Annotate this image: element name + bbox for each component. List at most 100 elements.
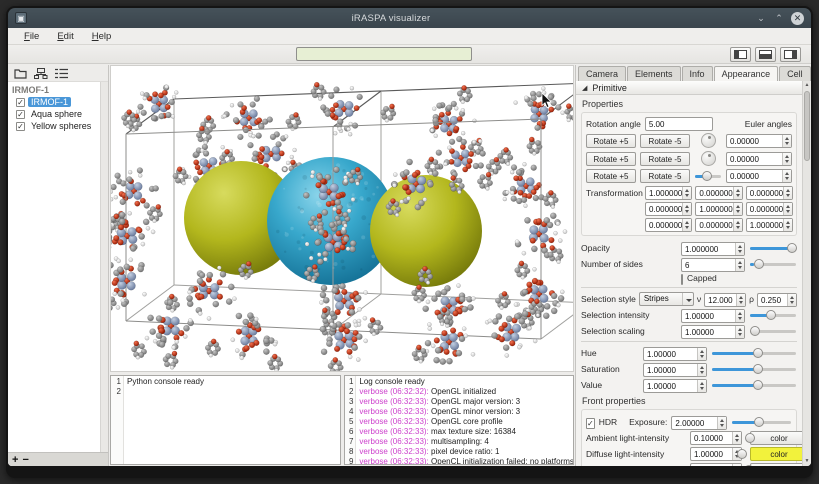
spin-up-icon[interactable] [733,464,741,466]
maximize-icon[interactable]: ⌃ [773,13,785,24]
euler-dial-1[interactable] [700,151,716,166]
spin-arrows[interactable] [782,170,791,182]
rho-spinbox[interactable]: 0.250 [757,292,797,307]
transformation-cell-1-2[interactable]: 0.000000 [745,202,794,216]
transformation-cell-1-0[interactable]: 0.000000 [645,202,693,216]
front-exposure-slider[interactable] [731,415,792,429]
spin-arrows[interactable] [732,431,741,444]
spin-down-icon[interactable] [783,159,791,165]
spin-down-icon[interactable] [718,423,726,429]
toggle-left-panel-button[interactable] [730,47,751,62]
spin-down-icon[interactable] [734,193,742,199]
transformation-cell-2-0[interactable]: 0.000000 [645,218,693,232]
spin-down-icon[interactable] [734,225,742,231]
spin-arrows[interactable] [697,347,706,360]
euler-dial-0[interactable] [700,133,716,148]
spin-arrows[interactable] [735,325,744,338]
spin-down-icon[interactable] [698,354,706,360]
spin-down-icon[interactable] [736,249,744,255]
slider-knob[interactable] [752,347,763,358]
light-row-spinbox-0[interactable]: 0.10000 [690,430,742,445]
slider-knob[interactable] [749,325,760,336]
rotate-plus-button-0[interactable]: Rotate +5 [586,133,636,148]
slider-knob[interactable] [745,432,755,443]
number-of-sides-spinbox[interactable]: 6 [681,257,745,272]
selection-scaling-spinbox[interactable]: 1.00000 [681,324,745,339]
spin-arrows[interactable] [697,379,706,392]
capped-checkbox[interactable] [681,274,683,285]
log-console[interactable]: 1234567891011 Log console readyverbose (… [343,375,574,465]
light-row-spinbox-2[interactable]: 0.20000 [690,462,742,466]
spin-down-icon[interactable] [734,209,742,215]
tab-info[interactable]: Info [681,66,713,81]
transformation-cell-0-2[interactable]: 0.000000 [745,186,794,200]
saturation-slider[interactable] [711,362,797,376]
slider-knob[interactable] [752,379,763,390]
tree-item-checkbox[interactable]: ✓ [16,97,25,107]
toggle-right-panel-button[interactable] [780,47,801,62]
spin-arrows[interactable] [782,134,791,147]
tab-appearance[interactable]: Appearance [713,66,779,82]
transformation-cell-2-2[interactable]: 1.000000 [745,218,794,232]
spin-arrows[interactable] [717,416,727,429]
rotation-angle-field[interactable]: 5.00 [644,117,713,131]
transformation-cell-1-1[interactable]: 1.000000 [695,202,743,216]
transformation-cell-0-1[interactable]: 0.000000 [695,186,743,200]
spin-down-icon[interactable] [736,332,744,338]
inspector-scrollbar[interactable]: ▲ ▼ [802,81,811,466]
number-of-sides-slider[interactable] [749,257,797,271]
list-icon[interactable] [55,68,68,79]
hue-slider[interactable] [711,346,797,360]
slider-knob[interactable] [752,363,763,374]
scroll-down-icon[interactable]: ▼ [803,457,811,466]
folder-icon[interactable] [14,68,27,79]
remove-structure-button[interactable]: − [22,454,28,465]
rotate-minus-button-1[interactable]: Rotate -5 [640,151,690,166]
tree-item-label[interactable]: Yellow spheres [28,121,94,131]
toggle-bottom-panel-button[interactable] [755,47,776,62]
menu-help[interactable]: Help [84,30,120,43]
value-spinbox[interactable]: 1.00000 [643,378,707,393]
spin-arrows[interactable] [787,293,796,306]
spin-down-icon[interactable] [784,225,792,231]
scroll-up-icon[interactable]: ▲ [803,81,811,90]
selection-intensity-slider[interactable] [749,308,797,322]
spin-arrows[interactable] [682,203,692,215]
spin-arrows[interactable] [735,309,744,322]
spin-down-icon[interactable] [698,370,706,376]
spin-down-icon[interactable] [698,386,706,392]
tree-item-checkbox[interactable]: ✓ [16,109,25,119]
close-icon[interactable]: ✕ [791,11,804,25]
minimize-icon[interactable]: ⌄ [755,13,767,24]
spin-arrows[interactable] [732,463,741,466]
hue-spinbox[interactable]: 1.00000 [643,346,707,361]
tab-camera[interactable]: Camera [578,66,627,81]
tab-cell[interactable]: Cell [779,66,811,81]
tree-item-label[interactable]: IRMOF-1 [28,97,71,107]
transformation-cell-2-1[interactable]: 0.000000 [695,218,743,232]
tree-item-label[interactable]: Aqua sphere [28,109,85,119]
euler-angle-spinbox-0[interactable]: 0.00000 [726,133,792,148]
slider-knob[interactable] [787,242,797,253]
spin-arrows[interactable] [682,219,692,231]
euler-slider[interactable] [694,169,722,183]
add-structure-button[interactable]: + [12,454,18,465]
spin-arrows[interactable] [783,187,793,199]
spin-arrows[interactable] [732,187,742,199]
spin-arrows[interactable] [783,203,793,215]
color-button-0[interactable]: color [750,430,802,445]
color-button-1[interactable]: color [750,446,802,461]
spin-arrows[interactable] [697,363,706,376]
spin-arrows[interactable] [682,187,692,199]
spin-down-icon[interactable] [783,141,791,147]
slider-knob[interactable] [766,309,777,320]
transformation-cell-0-0[interactable]: 1.000000 [645,186,693,200]
tree-item-aqua-sphere[interactable]: ✓ Aqua sphere [8,108,108,120]
primitive-section-header[interactable]: ◢ Primitive [576,81,802,95]
menu-file[interactable]: File [16,30,47,43]
front-exposure-spinbox[interactable]: 2.00000 [671,415,728,430]
rotate-minus-button-2[interactable]: Rotate -5 [640,169,690,183]
tree-item-checkbox[interactable]: ✓ [16,121,25,131]
opacity-slider[interactable] [749,241,797,255]
euler-angle-spinbox-2[interactable]: 0.00000 [726,169,792,183]
